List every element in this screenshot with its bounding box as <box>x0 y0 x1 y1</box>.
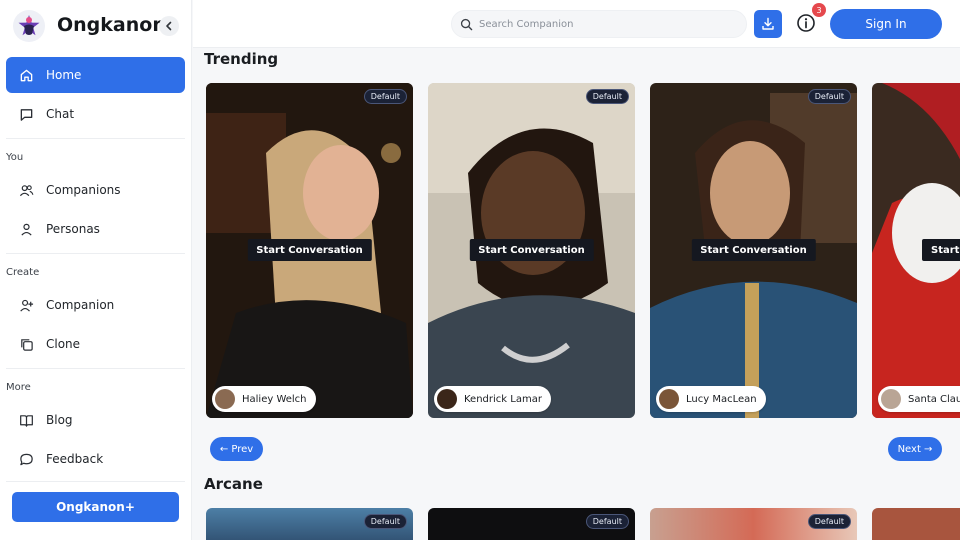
nav-companions[interactable]: Companions <box>6 172 185 208</box>
companion-name-chip[interactable]: Kendrick Lamar <box>434 386 551 412</box>
nav-feedback-label: Feedback <box>46 452 104 466</box>
nav-clone[interactable]: Clone <box>6 326 185 362</box>
chat-icon <box>18 106 34 122</box>
divider <box>6 481 185 482</box>
nav-home-label: Home <box>46 68 82 82</box>
nav-create-companion[interactable]: Companion <box>6 287 185 323</box>
companion-name: Kendrick Lamar <box>464 393 542 405</box>
companion-card[interactable] <box>872 508 960 540</box>
companion-card[interactable]: Start Conversation Santa Claus <box>872 83 960 418</box>
default-tag: Default <box>363 514 407 529</box>
chevron-left-icon <box>166 21 172 31</box>
start-conversation-button[interactable]: Start Conversation <box>691 239 816 261</box>
companion-name: Haliey Welch <box>242 393 307 405</box>
divider <box>6 368 185 369</box>
companion-card[interactable]: Default <box>650 508 857 540</box>
companion-card[interactable]: Default Start Conversation Lucy MacLean <box>650 83 857 418</box>
start-conversation-button[interactable]: Start Conversation <box>469 239 594 261</box>
nav-clone-label: Clone <box>46 337 81 351</box>
prev-button[interactable]: ← Prev <box>210 437 263 461</box>
nav-blog[interactable]: Blog <box>6 402 185 438</box>
nav-chat[interactable]: Chat <box>6 96 185 132</box>
copy-icon <box>18 336 34 352</box>
companion-name-chip[interactable]: Lucy MacLean <box>656 386 766 412</box>
sidebar: Ongkanon Home Chat You Companions Person… <box>0 0 192 540</box>
section-label-you: You <box>6 152 24 163</box>
nav-feedback[interactable]: Feedback <box>6 441 185 477</box>
nav-create-companion-label: Companion <box>46 298 115 312</box>
nav-companions-label: Companions <box>46 183 121 197</box>
section-label-create: Create <box>6 267 40 278</box>
default-tag: Default <box>807 514 851 529</box>
companion-card[interactable]: Default Start Conversation Kendrick Lama… <box>428 83 635 418</box>
default-tag: Default <box>807 89 851 104</box>
search-input[interactable] <box>479 18 729 30</box>
sign-in-button[interactable]: Sign In <box>830 9 942 39</box>
logo-icon[interactable] <box>13 10 45 42</box>
divider <box>6 138 185 139</box>
default-tag: Default <box>585 514 629 529</box>
collapse-sidebar-button[interactable] <box>159 16 179 36</box>
default-tag: Default <box>585 89 629 104</box>
nav-personas-label: Personas <box>46 222 100 236</box>
next-button[interactable]: Next → <box>888 437 942 461</box>
nav-personas[interactable]: Personas <box>6 211 185 247</box>
nav-chat-label: Chat <box>46 107 75 121</box>
top-bar: 3 Sign In <box>193 0 960 48</box>
companion-card[interactable]: Default <box>428 508 635 540</box>
companion-name-chip[interactable]: Haliey Welch <box>212 386 316 412</box>
companion-card[interactable]: Default <box>206 508 413 540</box>
book-icon <box>18 412 34 428</box>
notification-badge: 3 <box>812 3 826 17</box>
user-plus-icon <box>18 297 34 313</box>
brand: Ongkanon <box>0 0 192 52</box>
search-box[interactable] <box>451 10 747 38</box>
message-icon <box>18 451 34 467</box>
download-app-button[interactable] <box>754 10 782 38</box>
search-icon <box>460 18 473 30</box>
users-icon <box>18 182 34 198</box>
nav-home[interactable]: Home <box>6 57 185 93</box>
section-label-more: More <box>6 382 31 393</box>
user-icon <box>18 221 34 237</box>
companion-card[interactable]: Default Start Conversation Haliey Welch <box>206 83 413 418</box>
section-title-arcane: Arcane <box>204 475 263 493</box>
divider <box>6 253 185 254</box>
info-icon <box>797 14 815 32</box>
nav-blog-label: Blog <box>46 413 73 427</box>
start-conversation-button[interactable]: Start Conversation <box>247 239 372 261</box>
avatar <box>881 389 901 409</box>
companion-name: Lucy MacLean <box>686 393 757 405</box>
start-conversation-button[interactable]: Start Conversation <box>922 239 960 261</box>
brand-name[interactable]: Ongkanon <box>57 14 166 36</box>
companion-name-chip[interactable]: Santa Claus <box>878 386 960 412</box>
default-tag: Default <box>363 89 407 104</box>
avatar <box>215 389 235 409</box>
home-icon <box>18 67 34 83</box>
companion-name: Santa Claus <box>908 393 960 405</box>
download-icon <box>762 17 774 30</box>
avatar <box>437 389 457 409</box>
avatar <box>659 389 679 409</box>
section-title-trending: Trending <box>204 50 279 68</box>
ongkanon-plus-button[interactable]: Ongkanon+ <box>12 492 179 522</box>
